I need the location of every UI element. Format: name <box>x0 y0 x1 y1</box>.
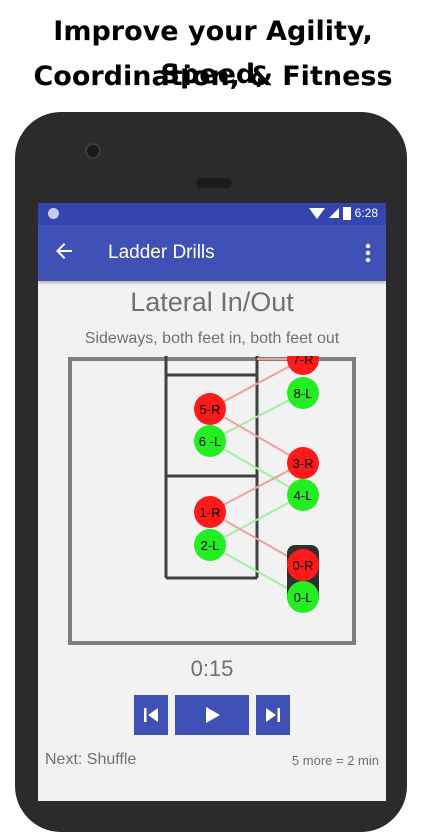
remaining-summary: 5 more = 2 min <box>291 753 379 768</box>
step-label: 7-R <box>293 356 314 367</box>
step-label: 1-R <box>200 505 221 520</box>
app-toolbar: Ladder Drills <box>38 225 386 281</box>
step-label: 4-L <box>294 488 313 503</box>
battery-icon <box>342 206 351 220</box>
step-marker: 6 -L <box>194 425 226 457</box>
front-camera <box>85 143 101 159</box>
step-label: 3-R <box>293 456 314 471</box>
skip-previous-icon <box>144 708 158 722</box>
step-label: 6 -L <box>199 434 221 449</box>
play-icon <box>206 707 220 723</box>
step-label: 5-R <box>200 402 221 417</box>
status-icons: 6:28 <box>308 206 378 220</box>
play-button[interactable] <box>175 695 249 735</box>
wifi-icon <box>308 207 325 219</box>
step-label: 2-L <box>201 538 220 553</box>
next-drill-label: Next: Shuffle <box>45 751 137 768</box>
promo-line-2: Coordination, & Fitness <box>33 61 393 92</box>
previous-drill-button[interactable] <box>134 695 168 735</box>
signal-icon <box>328 208 339 218</box>
notification-dot-icon <box>48 208 59 219</box>
status-bar: 6:28 <box>38 203 386 225</box>
step-marker: 2-L <box>194 529 226 561</box>
step-marker: 8-L <box>287 377 319 409</box>
status-time: 6:28 <box>354 206 378 220</box>
next-drill-button[interactable] <box>256 695 290 735</box>
skip-next-icon <box>266 708 280 722</box>
step-label: 0-R <box>293 558 314 573</box>
arrow-left-icon[interactable] <box>52 239 76 263</box>
drill-description: Sideways, both feet in, both feet out <box>84 330 340 347</box>
app-screen: 6:28 Ladder Drills Lateral In/Out Sidewa… <box>38 203 386 801</box>
more-vertical-icon[interactable] <box>360 241 376 265</box>
drill-timer: 0:15 <box>190 656 234 681</box>
step-marker: 5-R <box>194 393 226 425</box>
step-marker: 7-R <box>287 356 319 375</box>
step-marker: 0-L <box>287 581 319 613</box>
step-label: 8-L <box>294 386 313 401</box>
step-marker: 1-R <box>194 496 226 528</box>
step-marker: 4-L <box>287 479 319 511</box>
drill-title: Lateral In/Out <box>130 287 294 317</box>
toolbar-title: Ladder Drills <box>108 242 215 263</box>
earpiece-speaker <box>196 178 232 188</box>
step-marker: 3-R <box>287 447 319 479</box>
step-label: 0-L <box>294 590 313 605</box>
ladder-diagram: 7-R 8-L 5-R 6 -L 3-R 4-L 1-R 2-L 0-R 0-L <box>68 356 356 645</box>
step-marker: 0-R <box>287 549 319 581</box>
